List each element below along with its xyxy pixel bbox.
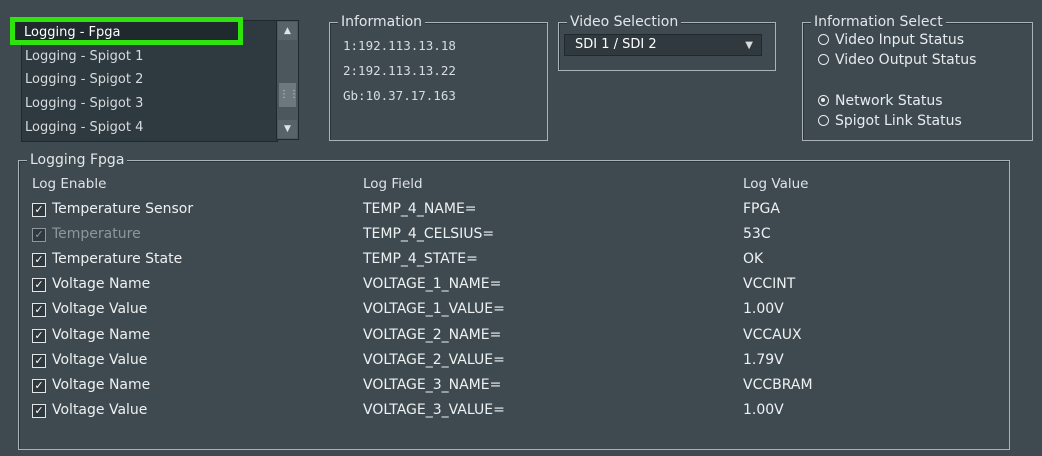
radio-icon[interactable] [818,34,829,45]
log-enable-label: Temperature State [52,251,183,267]
checkbox-icon[interactable]: ✓ [32,379,46,393]
scroll-up-icon[interactable]: ▲ [278,22,297,40]
video-selection-value: SDI 1 / SDI 2 [575,37,657,52]
information-line-3: Gb:10.37.17.163 [343,88,456,103]
log-enable-label: Voltage Value [52,301,148,317]
log-field: TEMP_4_CELSIUS= [363,226,495,242]
header-log-value: Log Value [743,176,809,192]
information-title: Information [338,14,426,30]
log-value: VCCINT [743,276,796,292]
radio-selected-icon[interactable] [818,95,829,106]
checkbox-icon[interactable]: ✓ [32,203,46,217]
radio-label: Spigot Link Status [835,113,962,129]
information-select-title: Information Select [811,14,946,30]
log-enable-label: Voltage Value [52,352,148,368]
log-field: TEMP_4_NAME= [363,201,477,217]
information-line-2: 2:192.113.13.22 [343,63,456,78]
information-group: Information 1:192.113.13.18 2:192.113.13… [329,14,548,141]
header-log-enable: Log Enable [32,176,107,192]
log-enable-label: Temperature [52,226,141,242]
log-value: 1.00V [743,301,784,317]
header-log-field: Log Field [363,176,423,192]
chevron-down-icon[interactable]: ▼ [745,40,753,51]
video-selection-title: Video Selection [567,14,682,30]
log-enable-label: Voltage Name [52,276,151,292]
log-value: 53C [743,226,771,242]
radio-label: Network Status [835,93,943,109]
list-item-logging-fpga-label[interactable]: Logging - Fpga [24,23,120,43]
list-item-logging-spigot-4[interactable]: Logging - Spigot 4 [25,117,143,139]
checkbox-icon[interactable]: ✓ [32,404,46,418]
list-scrollbar[interactable]: ▲ ⋮⋮ ▼ [276,20,299,140]
checkbox-icon[interactable]: ✓ [32,303,46,317]
log-value: OK [743,251,764,267]
log-value: 1.00V [743,402,784,418]
radio-spigot-link-status[interactable]: Spigot Link Status [818,112,962,130]
log-field: TEMP_4_STATE= [363,251,478,267]
radio-label: Video Input Status [835,32,964,48]
log-enable-label: Temperature Sensor [52,201,194,217]
scroll-down-icon[interactable]: ▼ [278,120,297,138]
log-value: VCCAUX [743,327,802,343]
checkbox-icon[interactable]: ✓ [32,329,46,343]
log-field: VOLTAGE_3_VALUE= [363,402,505,418]
scroll-thumb[interactable]: ⋮⋮ [279,83,299,107]
checkbox-icon[interactable]: ✓ [32,253,46,267]
radio-network-status[interactable]: Network Status [818,92,943,110]
log-field: VOLTAGE_2_NAME= [363,327,502,343]
log-value: VCCBRAM [743,377,813,393]
list-item-logging-spigot-3[interactable]: Logging - Spigot 3 [25,93,143,115]
radio-label: Video Output Status [835,52,977,68]
radio-icon[interactable] [818,115,829,126]
checkbox-icon[interactable]: ✓ [32,278,46,292]
log-field: VOLTAGE_2_VALUE= [363,352,505,368]
logging-fpga-title: Logging Fpga [27,152,128,168]
checkbox-icon[interactable]: ✓ [32,354,46,368]
log-value: 1.79V [743,352,784,368]
list-item-logging-spigot-2[interactable]: Logging - Spigot 2 [25,69,143,91]
information-line-1: 1:192.113.13.18 [343,38,456,53]
radio-video-input-status[interactable]: Video Input Status [818,31,964,49]
radio-video-output-status[interactable]: Video Output Status [818,51,976,69]
log-enable-label: Voltage Value [52,402,148,418]
log-enable-label: Voltage Name [52,327,151,343]
checkbox-icon: ✓ [32,228,46,242]
log-field: VOLTAGE_1_NAME= [363,276,502,292]
log-enable-label: Voltage Name [52,377,151,393]
log-field: VOLTAGE_3_NAME= [363,377,502,393]
log-value: FPGA [743,201,780,217]
video-selection-dropdown[interactable]: SDI 1 / SDI 2 ▼ [564,34,762,56]
log-field: VOLTAGE_1_VALUE= [363,301,505,317]
radio-icon[interactable] [818,54,829,65]
list-item-logging-spigot-1[interactable]: Logging - Spigot 1 [25,46,143,68]
